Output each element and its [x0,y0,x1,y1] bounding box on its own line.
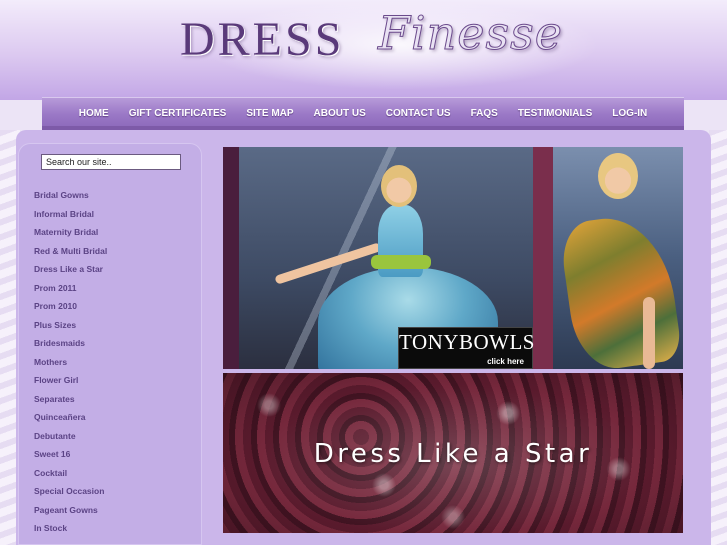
logo-finesse-text[interactable]: Finesse [378,6,563,61]
site-header: DRESS Finesse [0,0,727,100]
tony-bowls-logo-button[interactable]: TONYBOWLS click here [398,327,535,369]
nav-gift-certificates[interactable]: GIFT CERTIFICATES [129,108,227,119]
nav-contact-us[interactable]: CONTACT US [386,108,451,119]
main-nav: HOME GIFT CERTIFICATES SITE MAP ABOUT US… [42,97,684,128]
model1-head [381,165,417,207]
menu-item-debutante[interactable]: Debutante [34,431,107,450]
tony-bowls-banner[interactable]: TONYBOWLS click here [223,147,683,369]
tony-bowls-logo-text: TONYBOWLS [399,330,535,354]
menu-item-mothers[interactable]: Mothers [34,357,107,376]
menu-item-bridal-gowns[interactable]: Bridal Gowns [34,190,107,209]
menu-item-separates[interactable]: Separates [34,394,107,413]
menu-item-prom-2010[interactable]: Prom 2010 [34,301,107,320]
banner1-right-strip [533,147,553,369]
menu-item-special-occasion[interactable]: Special Occasion [34,486,107,505]
nav-testimonials[interactable]: TESTIMONIALS [518,108,592,119]
search-input[interactable] [41,154,181,170]
nav-about-us[interactable]: ABOUT US [314,108,366,119]
nav-faqs[interactable]: FAQS [471,108,498,119]
model2-head [598,153,638,199]
menu-item-red-multi-bridal[interactable]: Red & Multi Bridal [34,246,107,265]
nav-log-in[interactable]: LOG-IN [612,108,647,119]
model1-sash [371,255,431,269]
model2-leg [643,297,655,369]
nav-home[interactable]: HOME [79,108,109,119]
menu-item-sweet-16[interactable]: Sweet 16 [34,449,107,468]
menu-item-plus-sizes[interactable]: Plus Sizes [34,320,107,339]
menu-item-flower-girl[interactable]: Flower Girl [34,375,107,394]
menu-item-quinceanera[interactable]: Quinceañera [34,412,107,431]
menu-item-prom-2011[interactable]: Prom 2011 [34,283,107,302]
menu-item-cocktail[interactable]: Cocktail [34,468,107,487]
logo-dress-text[interactable]: DRESS [180,12,344,67]
nav-site-map[interactable]: SITE MAP [246,108,293,119]
click-here-label: click here [487,357,524,366]
dress-like-a-star-banner[interactable]: Dress Like a Star [223,373,683,533]
banner2-headline: Dress Like a Star [313,439,593,469]
menu-item-maternity-bridal[interactable]: Maternity Bridal [34,227,107,246]
menu-item-informal-bridal[interactable]: Informal Bridal [34,209,107,228]
menu-item-pageant-gowns[interactable]: Pageant Gowns [34,505,107,524]
menu-item-dress-like-a-star[interactable]: Dress Like a Star [34,264,107,283]
menu-item-in-stock[interactable]: In Stock [34,523,107,542]
banner1-left-strip [223,147,239,369]
right-pattern [709,130,727,545]
menu-item-bridesmaids[interactable]: Bridesmaids [34,338,107,357]
category-menu: Bridal Gowns Informal Bridal Maternity B… [34,190,107,542]
